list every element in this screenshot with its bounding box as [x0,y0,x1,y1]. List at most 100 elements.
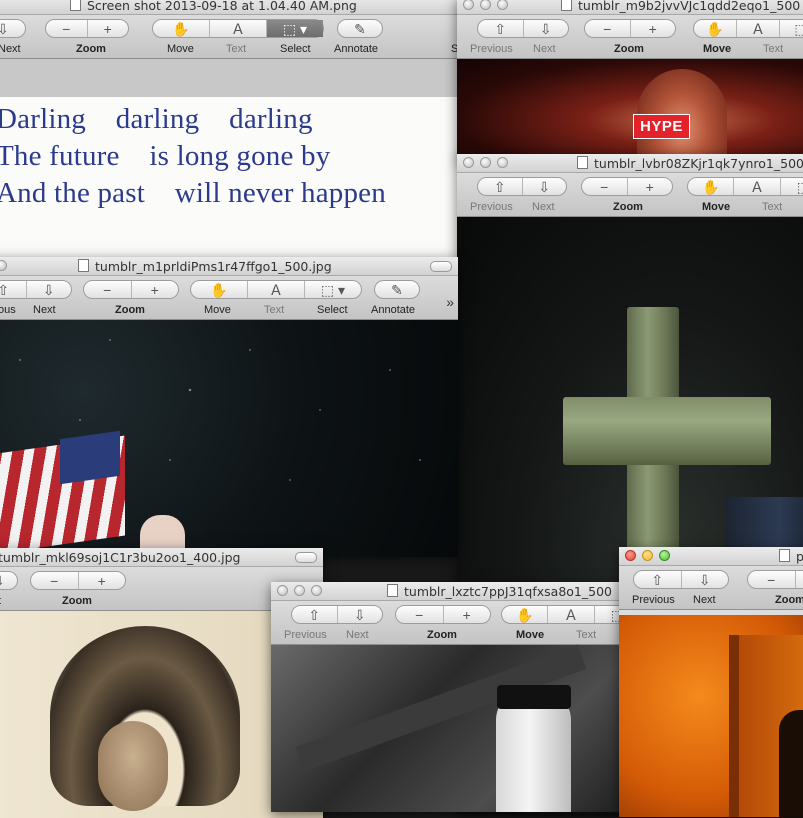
minimize-icon[interactable] [642,550,653,561]
window-m1prl[interactable]: tumblr_m1prldiPms1r47ffgo1_500.jpg ⇧⇩ ou… [0,257,458,557]
titlebar[interactable]: tumblr_m9b2jvvVJc1qdd2eqo1_500 [457,0,803,15]
text-label: Text [264,304,284,316]
window-title: tumblr_m1prldiPms1r47ffgo1_500.jpg [95,259,332,274]
zoom-label: Zoom [614,43,644,55]
window-m9b2[interactable]: tumblr_m9b2jvvVJc1qdd2eqo1_500 ⇧⇩ Previo… [457,0,803,161]
toolbar: ⇩ Next −+ Zoom ✋Ａ⬚ ▾ Move Text Select ✎ … [0,15,460,59]
text-tool-icon[interactable]: Ａ [248,281,305,298]
window-screenshot[interactable]: Screen shot 2013-09-18 at 1.04.40 AM.png… [0,0,460,266]
window-orange[interactable]: p ⇧⇩ Previous Next −+ Zoom [619,547,803,817]
zoom-in-icon[interactable]: + [796,571,803,588]
up-arrow-icon[interactable]: ⇧ [478,178,523,195]
text-tool-icon[interactable]: Ａ [734,178,780,195]
move-label: Move [167,43,194,55]
zoom-in-icon[interactable]: + [444,606,491,623]
minimize-icon[interactable] [294,585,305,596]
select-tool-icon[interactable]: ⬚ ▾ [267,20,323,37]
select-tool-icon[interactable]: ⬚ [781,178,803,195]
up-arrow-icon[interactable]: ⇧ [634,571,682,588]
titlebar[interactable]: tumblr_m1prldiPms1r47ffgo1_500.jpg [0,257,458,276]
hand-icon[interactable]: ✋ [191,281,248,298]
next-button[interactable]: ⇩ [0,571,18,590]
toolbar-toggle-button[interactable] [295,552,317,563]
select-tool-icon[interactable]: ⬚ [780,20,803,37]
tool-control[interactable]: ✋Ａ⬚ ▾ [190,280,362,299]
close-icon[interactable] [463,157,474,168]
zoom-control[interactable]: −+ [395,605,491,624]
select-tool-icon[interactable]: ⬚ ▾ [305,281,361,298]
zoom-control[interactable]: −+ [45,19,129,38]
titlebar[interactable]: tumblr_lxztc7ppJ31qfxsa8o1_500 [271,582,631,601]
window-lxzt[interactable]: tumblr_lxztc7ppJ31qfxsa8o1_500 ⇧⇩ Previo… [271,582,631,812]
zoom-in-icon[interactable]: + [79,572,126,589]
zoom-out-icon[interactable]: − [582,178,628,195]
annotate-button[interactable]: ✎ [374,280,420,299]
zoom-in-icon[interactable]: + [132,281,179,298]
close-icon[interactable] [625,550,636,561]
zoom-out-icon[interactable]: − [585,20,631,37]
titlebar[interactable]: tumblr_lvbr08ZKjr1qk7ynro1_500 [457,154,803,173]
down-arrow-icon[interactable]: ⇩ [27,281,72,298]
zoom-out-icon[interactable]: − [84,281,132,298]
close-icon[interactable] [277,585,288,596]
hand-icon[interactable]: ✋ [153,20,210,37]
down-arrow-icon[interactable]: ⇩ [524,20,569,37]
hand-icon[interactable]: ✋ [688,178,734,195]
zoom-out-icon[interactable]: − [748,571,796,588]
window-title: tumblr_lvbr08ZKjr1qk7ynro1_500 [594,156,803,171]
toolbar-toggle-button[interactable] [430,261,452,272]
zoom-out-icon[interactable]: − [396,606,444,623]
prev-next-control[interactable]: ⇧⇩ [0,280,72,299]
document-icon [779,549,790,562]
prev-next-control[interactable]: ⇧⇩ [477,19,569,38]
zoom-in-icon[interactable]: + [88,20,129,37]
zoom-label: Zoom [427,629,457,641]
text-tool-icon[interactable]: Ａ [548,606,594,623]
zoom-out-icon[interactable]: − [46,20,88,37]
titlebar[interactable]: tumblr_mkl69soj1C1r3bu2oo1_400.jpg [0,548,323,567]
prev-next-control[interactable]: ⇧⇩ [291,605,383,624]
down-arrow-icon[interactable]: ⇩ [338,606,383,623]
zoom-window-icon[interactable] [497,157,508,168]
zoom-control[interactable]: −+ [581,177,673,196]
tool-control[interactable]: ✋Ａ⬚ [687,177,803,196]
zoom-control[interactable]: −+ [83,280,179,299]
up-arrow-icon[interactable]: ⇧ [292,606,338,623]
minimize-icon[interactable] [480,0,491,10]
zoom-label: Zoom [613,201,643,213]
previous-label: ous [0,304,16,316]
down-arrow-icon[interactable]: ⇩ [0,572,17,589]
text-tool-icon[interactable]: Ａ [210,20,267,37]
titlebar[interactable]: Screen shot 2013-09-18 at 1.04.40 AM.png [0,0,460,15]
zoom-in-icon[interactable]: + [631,20,676,37]
prev-next-control[interactable]: ⇧⇩ [633,570,729,589]
more-tools-icon[interactable]: » [446,294,454,310]
minimize-icon[interactable] [480,157,491,168]
annotate-button[interactable]: ✎ [337,19,383,38]
hand-icon[interactable]: ✋ [502,606,548,623]
up-arrow-icon[interactable]: ⇧ [478,20,524,37]
zoom-out-icon[interactable]: − [31,572,79,589]
next-label: Next [33,304,56,316]
down-arrow-icon[interactable]: ⇩ [523,178,567,195]
text-tool-icon[interactable]: Ａ [737,20,780,37]
tool-control[interactable]: ✋Ａ⬚ [693,19,803,38]
zoom-window-icon[interactable] [311,585,322,596]
prev-next-control[interactable]: ⇧⇩ [477,177,567,196]
zoom-window-icon[interactable] [659,550,670,561]
zoom-control[interactable]: −+ [584,19,676,38]
close-icon[interactable] [463,0,474,10]
next-button[interactable]: ⇩ [0,19,26,38]
hand-icon[interactable]: ✋ [694,20,737,37]
tool-control[interactable]: ✋Ａ⬚ [501,605,631,624]
zoom-in-icon[interactable]: + [628,178,673,195]
down-arrow-icon[interactable]: ⇩ [682,571,729,588]
titlebar[interactable]: p [619,547,803,566]
zoom-window-icon[interactable] [497,0,508,10]
document-icon [577,156,588,169]
up-arrow-icon[interactable]: ⇧ [0,281,27,298]
close-icon[interactable] [0,260,7,271]
zoom-control[interactable]: −+ [747,570,803,589]
zoom-control[interactable]: −+ [30,571,126,590]
tool-control[interactable]: ✋Ａ⬚ ▾ [152,19,324,38]
